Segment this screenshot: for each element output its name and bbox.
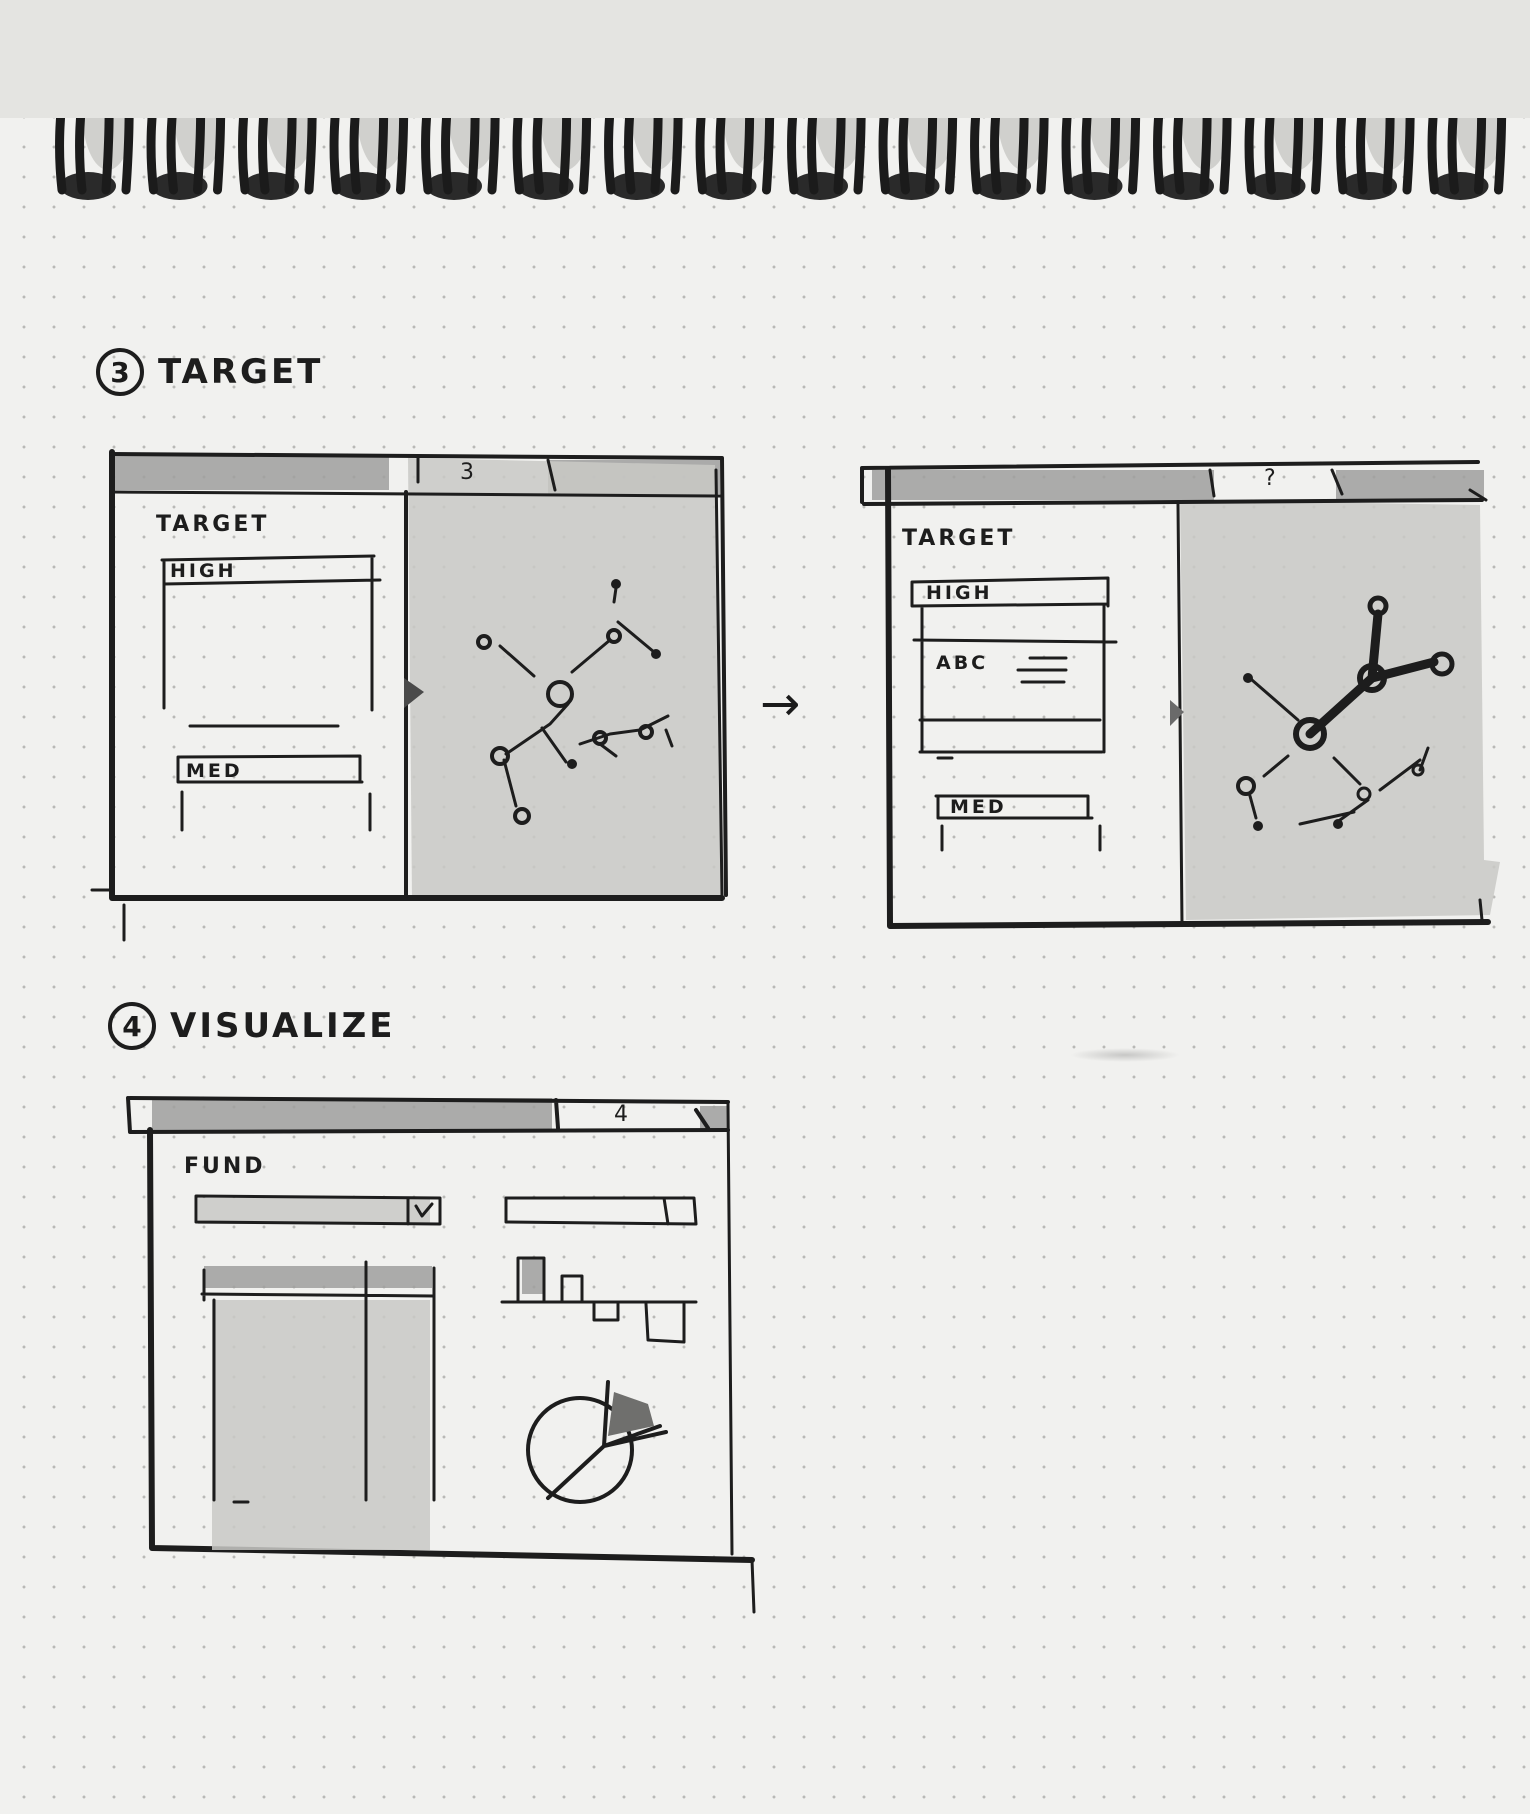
visualize-sketch bbox=[126, 1096, 756, 1614]
notebook-page: 3 TARGET 3 TARGET HIGH MED → ? TARGET HI… bbox=[0, 0, 1530, 1814]
table-header-fill bbox=[204, 1266, 432, 1288]
fund-dropdown-fill bbox=[198, 1198, 430, 1224]
frame-edge bbox=[726, 1102, 756, 1614]
tab-bar-left bbox=[152, 1098, 552, 1130]
tab-number[interactable]: 4 bbox=[614, 1102, 628, 1127]
filter-bar[interactable] bbox=[504, 1196, 698, 1226]
ink-smudge bbox=[1070, 1048, 1180, 1062]
panel-title: FUND bbox=[184, 1154, 266, 1179]
table-body-fill bbox=[212, 1300, 430, 1550]
tab-bar-right bbox=[700, 1106, 728, 1130]
bar-chart[interactable] bbox=[516, 1256, 686, 1344]
bar-highlighted[interactable] bbox=[522, 1258, 544, 1294]
